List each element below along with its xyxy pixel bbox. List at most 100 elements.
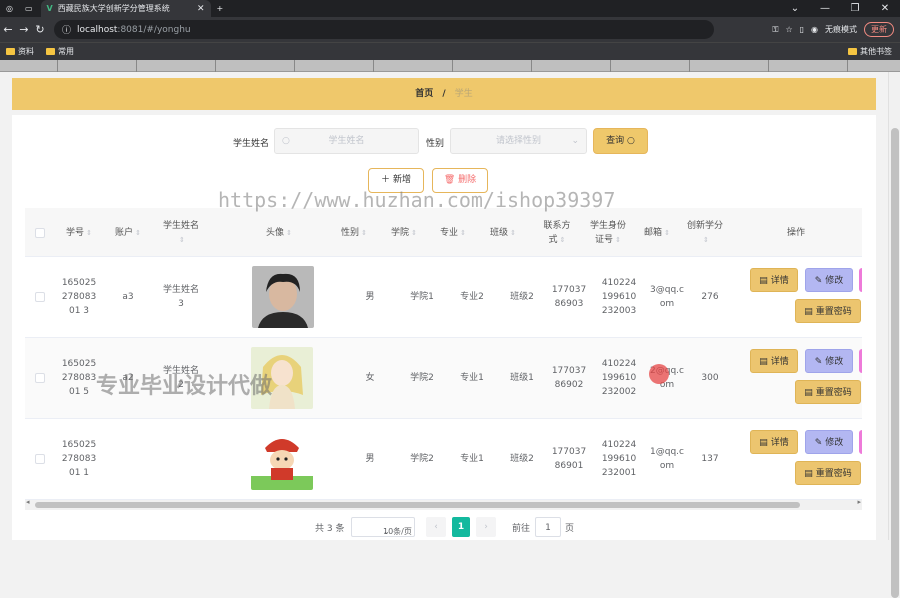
other-bookmarks[interactable]: 其他书签 <box>848 46 900 57</box>
sort-icon[interactable]: ⇕ <box>86 226 92 240</box>
tab-active[interactable]: V 西藏民族大学创新学分管理系统 ✕ <box>40 0 211 17</box>
col-header[interactable]: 邮箱 ⇕ <box>634 208 680 257</box>
cell-name <box>153 419 209 499</box>
sort-icon[interactable]: ⇕ <box>179 236 185 244</box>
cell-email: 1@qq.com <box>650 447 684 471</box>
goto-page-input[interactable]: 1 <box>535 517 561 537</box>
edit-button[interactable]: ✎ 修改 <box>805 430 853 454</box>
detail-button[interactable]: ▤ 详情 <box>750 268 798 292</box>
table-header: 学号 ⇕ 账户 ⇕ 学生姓名 ⇕ 头像 ⇕ 性别 ⇕ 学院 ⇕ 专业 ⇕ 班级 ⇕ 联系方式 ⇕ … <box>25 208 862 257</box>
update-button[interactable]: 更新 <box>864 22 894 37</box>
select-all-cell <box>25 208 55 257</box>
bookmark-item[interactable]: 资料 <box>6 46 34 57</box>
sort-icon[interactable]: ⇕ <box>135 226 141 240</box>
next-page-button[interactable]: › <box>476 517 496 537</box>
sort-icon[interactable]: ⇕ <box>411 226 417 240</box>
forward-icon[interactable]: → <box>16 23 32 36</box>
cell-account: a3 <box>122 292 134 302</box>
address-bar: ← → ↻ ⓘ localhost:8081/#/yonghu ⚿ ☆ ▯ ◉ 无痕… <box>0 17 900 42</box>
detail-button[interactable]: ▤ 详情 <box>750 430 798 454</box>
sidebar-icon[interactable]: ▯ <box>800 25 804 34</box>
select-all-checkbox[interactable] <box>35 228 45 238</box>
scrollbar-thumb[interactable] <box>35 502 800 508</box>
cell-email: 3@qq.com <box>650 285 684 309</box>
col-header[interactable]: 创新学分 ⇕ <box>680 208 730 257</box>
row-checkbox[interactable] <box>35 292 45 302</box>
reload-icon[interactable]: ↻ <box>32 23 48 36</box>
vertical-scrollbar[interactable] <box>888 72 900 598</box>
document-icon: ▤ <box>804 469 813 479</box>
delete-row-button[interactable] <box>859 430 862 454</box>
scrollbar-thumb[interactable] <box>891 128 899 598</box>
col-header[interactable]: 专业 ⇕ <box>428 208 478 257</box>
prev-page-button[interactable]: ‹ <box>426 517 446 537</box>
row-checkbox[interactable] <box>35 373 45 383</box>
new-tab-icon[interactable]: + <box>211 0 230 17</box>
tab-blank[interactable]: ▭ <box>19 0 39 17</box>
reset-password-button[interactable]: ▤ 重置密码 <box>795 380 861 404</box>
row-checkbox[interactable] <box>35 454 45 464</box>
close-window-icon[interactable]: ✕ <box>870 0 900 17</box>
info-icon[interactable]: ⓘ <box>62 23 71 36</box>
table-row: 16502527808301 1 男 学院2 专业1 班级2 177037869… <box>25 419 862 500</box>
cell-credits: 300 <box>701 373 719 383</box>
sort-icon[interactable]: ⇕ <box>703 236 709 244</box>
chevron-down-icon[interactable]: ⌄ <box>780 0 810 17</box>
col-header[interactable]: 学生身份证号 ⇕ <box>582 208 634 257</box>
page-number-current[interactable]: 1 <box>452 517 470 537</box>
col-header[interactable]: 头像 ⇕ <box>209 208 349 257</box>
edit-button[interactable]: ✎ 修改 <box>805 349 853 373</box>
incognito-icon[interactable]: ◉ <box>811 25 818 34</box>
sort-icon[interactable]: ⇕ <box>615 236 621 244</box>
cell-credits: 137 <box>701 454 719 464</box>
name-label: 学生姓名 <box>233 139 270 149</box>
avatar <box>252 266 314 328</box>
col-header[interactable]: 学生姓名 ⇕ <box>153 208 209 257</box>
reset-password-button[interactable]: ▤ 重置密码 <box>795 299 861 323</box>
scroll-right-icon[interactable]: ▸ <box>857 498 861 506</box>
delete-row-button[interactable] <box>859 349 862 373</box>
folder-icon <box>848 48 857 55</box>
scroll-left-icon[interactable]: ◂ <box>26 498 30 506</box>
col-header[interactable]: 班级 ⇕ <box>478 208 528 257</box>
cell-gender: 男 <box>365 454 375 464</box>
sort-icon[interactable]: ⇕ <box>560 236 566 244</box>
col-header[interactable]: 学院 ⇕ <box>380 208 428 257</box>
horizontal-scrollbar[interactable]: ◂ ▸ <box>25 498 862 510</box>
cell-credits: 276 <box>701 292 719 302</box>
tab-title: 西藏民族大学创新学分管理系统 <box>57 4 170 13</box>
reset-password-button[interactable]: ▤ 重置密码 <box>795 461 861 485</box>
sort-icon[interactable]: ⇕ <box>510 226 516 240</box>
gender-select[interactable]: 请选择性别 ⌄ <box>450 128 587 154</box>
browser-menu-icon[interactable]: ◎ <box>0 0 19 17</box>
document-icon: ▤ <box>759 438 768 448</box>
detail-button[interactable]: ▤ 详情 <box>750 349 798 373</box>
cell-idcard: 410224199610232002 <box>601 359 637 397</box>
sort-icon[interactable]: ⇕ <box>460 226 466 240</box>
name-search-input[interactable]: ○ 学生姓名 <box>274 128 419 154</box>
col-header[interactable]: 性别 ⇕ <box>332 208 376 257</box>
query-button[interactable]: 查询 ○ <box>593 128 648 154</box>
col-header[interactable]: 学号 ⇕ <box>55 208 103 257</box>
breadcrumb-home[interactable]: 首页 <box>415 89 433 99</box>
bookmark-item[interactable]: 常用 <box>46 46 74 57</box>
delete-row-button[interactable] <box>859 268 862 292</box>
url-field[interactable]: ⓘ localhost:8081/#/yonghu <box>54 20 714 39</box>
sort-icon[interactable]: ⇕ <box>664 226 670 240</box>
key-icon[interactable]: ⚿ <box>772 25 778 35</box>
minimize-icon[interactable]: — <box>810 0 840 17</box>
col-header[interactable]: 联系方式 ⇕ <box>532 208 582 257</box>
back-icon[interactable]: ← <box>0 23 16 36</box>
sort-icon[interactable]: ⇕ <box>286 226 292 240</box>
gender-label: 性别 <box>426 139 445 149</box>
star-icon[interactable]: ☆ <box>785 25 792 34</box>
col-header[interactable]: 账户 ⇕ <box>103 208 153 257</box>
col-header: 操作 <box>786 227 805 238</box>
document-icon: ▤ <box>804 307 813 317</box>
close-tab-icon[interactable]: ✕ <box>197 4 205 14</box>
page-size-select[interactable]: 10条/页 ⌄ <box>351 517 415 537</box>
restore-icon[interactable]: ❐ <box>840 0 870 17</box>
edit-button[interactable]: ✎ 修改 <box>805 268 853 292</box>
sort-icon[interactable]: ⇕ <box>361 226 367 240</box>
cell-class: 班级2 <box>510 454 534 464</box>
